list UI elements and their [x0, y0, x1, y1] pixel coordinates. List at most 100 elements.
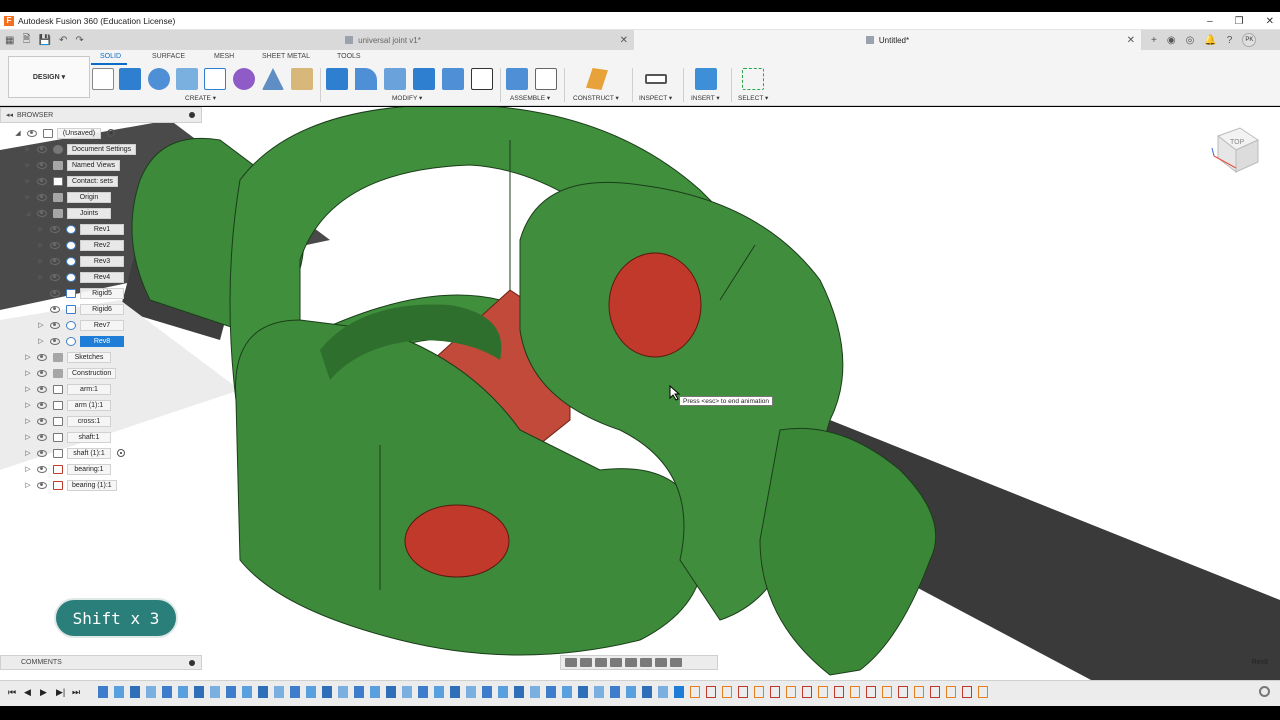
visibility-eye-icon[interactable]: [37, 353, 47, 361]
timeline-feature-marker[interactable]: [210, 686, 220, 698]
collapse-browser-icon[interactable]: ◂◂: [6, 111, 13, 119]
pattern-icon[interactable]: [204, 68, 226, 90]
timeline-joint-marker[interactable]: [690, 686, 700, 698]
timeline-feature-marker[interactable]: [306, 686, 316, 698]
avatar[interactable]: PK: [1242, 33, 1257, 47]
expand-toggle-icon[interactable]: ▶: [37, 273, 45, 281]
timeline-feature-marker[interactable]: [546, 686, 556, 698]
inspect-menu[interactable]: INSPECT ▾: [639, 94, 672, 102]
browser-node[interactable]: ▷ shaft:1: [24, 430, 111, 444]
timeline-feature-marker[interactable]: [354, 686, 364, 698]
extensions-icon[interactable]: ◉: [1167, 35, 1176, 46]
close-window-button[interactable]: ✕: [1266, 16, 1274, 27]
measure-icon[interactable]: [645, 74, 667, 84]
browser-node[interactable]: ▶ Rev4: [37, 270, 124, 284]
data-panel-icon[interactable]: ▦: [5, 35, 14, 46]
expand-toggle-icon[interactable]: ▶: [24, 177, 32, 185]
browser-node[interactable]: ▷ cross:1: [24, 414, 111, 428]
timeline-joint-marker[interactable]: [978, 686, 988, 698]
visibility-eye-icon[interactable]: [37, 193, 47, 201]
timeline-joint-marker[interactable]: [930, 686, 940, 698]
fit-icon[interactable]: [625, 658, 637, 667]
viewcube[interactable]: TOP: [1210, 122, 1262, 178]
comments-panel[interactable]: COMMENTS: [0, 655, 202, 670]
browser-node[interactable]: ▶ Named Views: [24, 158, 121, 172]
tab-solid[interactable]: SOLID: [100, 53, 121, 60]
timeline-feature-marker[interactable]: [386, 686, 396, 698]
modify-menu[interactable]: MODIFY ▾: [392, 94, 422, 102]
visibility-eye-icon[interactable]: [37, 401, 47, 409]
shell-icon[interactable]: [384, 68, 406, 90]
timeline-joint-marker[interactable]: [850, 686, 860, 698]
timeline-joint-marker[interactable]: [882, 686, 892, 698]
visibility-eye-icon[interactable]: [37, 481, 47, 489]
browser-node[interactable]: ▶ Rev2: [37, 238, 124, 252]
redo-icon[interactable]: ↷: [75, 35, 83, 46]
visibility-eye-icon[interactable]: [37, 385, 47, 393]
timeline-feature-marker[interactable]: [642, 686, 652, 698]
step-forward-button[interactable]: ▶|: [56, 687, 65, 698]
expand-toggle-icon[interactable]: ▷: [24, 481, 32, 489]
visibility-eye-icon[interactable]: [50, 225, 60, 233]
close-tab-icon[interactable]: ✕: [620, 35, 628, 46]
timeline-feature-marker[interactable]: [130, 686, 140, 698]
timeline-feature-marker[interactable]: [594, 686, 604, 698]
timeline-joint-marker[interactable]: [722, 686, 732, 698]
timeline-feature-marker[interactable]: [194, 686, 204, 698]
expand-toggle-icon[interactable]: ▷: [24, 353, 32, 361]
tab-mesh[interactable]: MESH: [214, 53, 234, 60]
timeline-joint-marker[interactable]: [962, 686, 972, 698]
timeline-feature-marker[interactable]: [450, 686, 460, 698]
browser-node[interactable]: ◢ Joints: [24, 206, 111, 220]
timeline-feature-marker[interactable]: [114, 686, 124, 698]
browser-node[interactable]: ▶ Contact: sets: [24, 174, 118, 188]
insert-menu[interactable]: INSERT ▾: [691, 94, 720, 102]
insert-mesh-icon[interactable]: [291, 68, 313, 90]
activate-component-icon[interactable]: [107, 129, 115, 137]
look-at-icon[interactable]: [580, 658, 592, 667]
visibility-eye-icon[interactable]: [37, 209, 47, 217]
timeline-feature-marker[interactable]: [482, 686, 492, 698]
browser-node[interactable]: ▷ bearing (1):1: [24, 478, 117, 492]
timeline-feature-marker[interactable]: [498, 686, 508, 698]
tab-tools[interactable]: TOOLS: [337, 53, 361, 60]
extrude-icon[interactable]: [119, 68, 141, 90]
timeline-feature-marker[interactable]: [242, 686, 252, 698]
activate-component-icon[interactable]: [117, 449, 125, 457]
tab-surface[interactable]: SURFACE: [152, 53, 185, 60]
expand-toggle-icon[interactable]: ▶: [37, 225, 45, 233]
browser-node[interactable]: ◢ (Unsaved): [14, 126, 115, 140]
timeline-joint-marker[interactable]: [754, 686, 764, 698]
timeline-settings-icon[interactable]: [1259, 686, 1270, 697]
expand-toggle-icon[interactable]: ▶: [24, 145, 32, 153]
visibility-eye-icon[interactable]: [50, 289, 60, 297]
timeline-feature-marker[interactable]: [578, 686, 588, 698]
tab-untitled[interactable]: Untitled* ✕: [634, 30, 1141, 50]
joint-icon[interactable]: [535, 68, 557, 90]
offset-plane-icon[interactable]: [586, 68, 608, 90]
timeline-feature-marker[interactable]: [338, 686, 348, 698]
visibility-eye-icon[interactable]: [50, 257, 60, 265]
notifications-icon[interactable]: 🔔: [1204, 35, 1216, 46]
timeline-feature-marker[interactable]: [610, 686, 620, 698]
grid-settings-icon[interactable]: [655, 658, 667, 667]
expand-toggle-icon[interactable]: ▷: [24, 417, 32, 425]
browser-node[interactable]: ▷ arm:1: [24, 382, 111, 396]
play-button[interactable]: ▶: [40, 687, 47, 698]
minimize-button[interactable]: –: [1207, 16, 1213, 27]
timeline-feature-marker[interactable]: [626, 686, 636, 698]
timeline-joint-marker[interactable]: [898, 686, 908, 698]
expand-toggle-icon[interactable]: ▶: [24, 161, 32, 169]
canvas-viewport[interactable]: [0, 107, 1280, 706]
visibility-eye-icon[interactable]: [37, 161, 47, 169]
timeline-feature-marker[interactable]: [98, 686, 108, 698]
expand-toggle-icon[interactable]: ◢: [24, 209, 32, 217]
expand-toggle-icon[interactable]: ▶: [24, 193, 32, 201]
browser-node[interactable]: ▷ Rev7: [37, 318, 124, 332]
timeline-feature-marker[interactable]: [226, 686, 236, 698]
timeline-joint-marker[interactable]: [914, 686, 924, 698]
tab-sheet-metal[interactable]: SHEET METAL: [262, 53, 310, 60]
combine-icon[interactable]: [413, 68, 435, 90]
expand-toggle-icon[interactable]: ▷: [24, 449, 32, 457]
visibility-eye-icon[interactable]: [50, 241, 60, 249]
